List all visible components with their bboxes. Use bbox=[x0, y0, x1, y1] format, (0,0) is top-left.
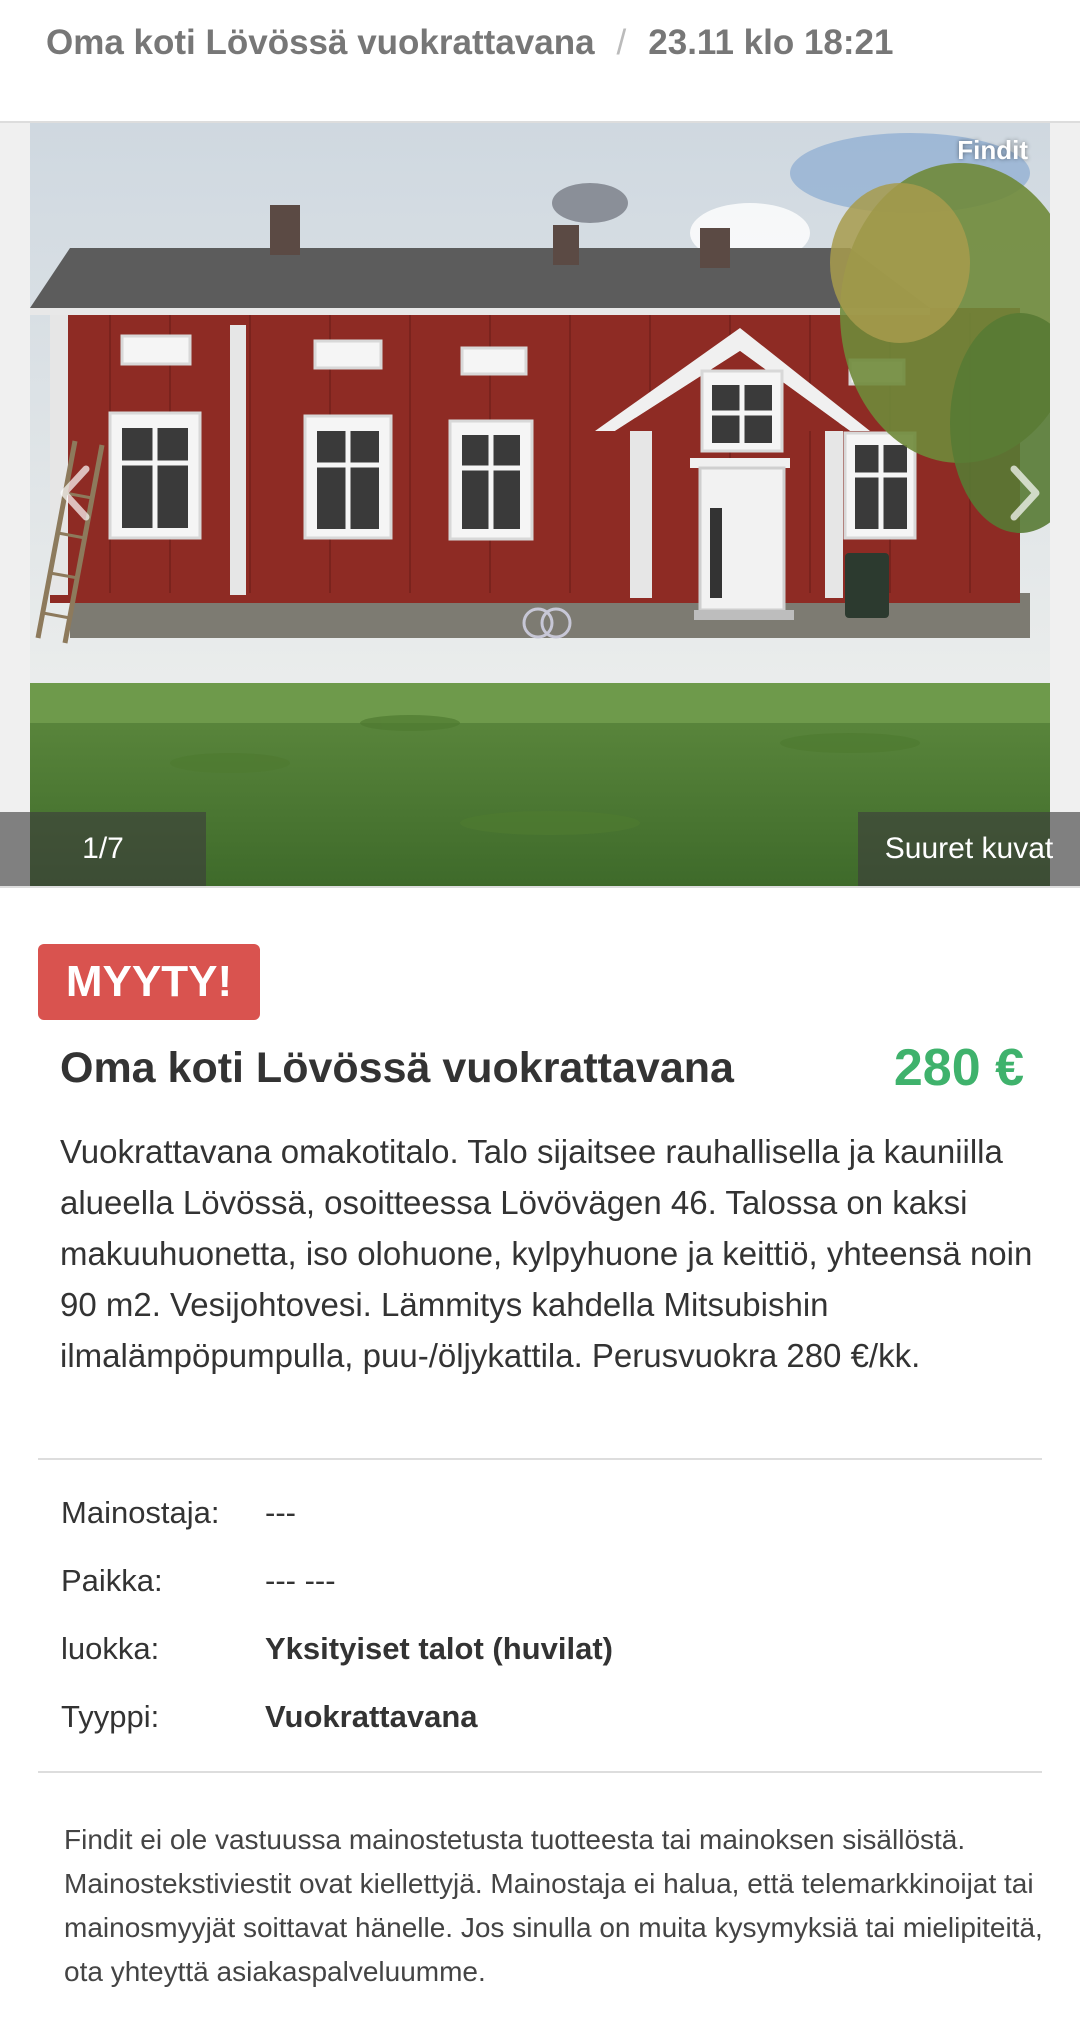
next-image-arrow[interactable] bbox=[998, 453, 1054, 533]
detail-label: Tyyppi: bbox=[61, 1699, 160, 1734]
ad-description: Vuokrattavana omakotitalo. Talo sijaitse… bbox=[60, 1133, 1033, 1374]
ad-title: Oma koti Lövössä vuokrattavana bbox=[60, 1043, 734, 1092]
detail-value: --- --- bbox=[265, 1563, 336, 1598]
breadcrumb-date: 23.11 klo 18:21 bbox=[648, 23, 894, 62]
detail-row-category: luokka: Yksityiset talot (huvilat) bbox=[61, 1615, 1021, 1683]
breadcrumb-title[interactable]: Oma koti Lövössä vuokrattavana bbox=[46, 23, 595, 63]
breadcrumb: Oma koti Lövössä vuokrattavana / 23.11 k… bbox=[46, 20, 893, 66]
detail-row-type: Tyyppi: Vuokrattavana bbox=[61, 1683, 1021, 1751]
image-counter: 1/7 bbox=[0, 812, 206, 886]
chevron-left-icon bbox=[60, 465, 90, 521]
detail-value: --- bbox=[265, 1495, 296, 1530]
ad-header: Oma koti Lövössä vuokrattavana 280 € bbox=[60, 1036, 1024, 1100]
image-gallery[interactable]: Findit 1/7 Suuret kuvat bbox=[0, 121, 1080, 888]
ad-price: 280 € bbox=[893, 1039, 1024, 1097]
findit-watermark: Findit bbox=[957, 135, 1028, 165]
ad-details: Mainostaja: --- Paikka: --- --- luokka: … bbox=[61, 1479, 1021, 1751]
detail-value[interactable]: Yksityiset talot (huvilat) bbox=[265, 1631, 613, 1667]
large-images-button[interactable]: Suuret kuvat bbox=[858, 812, 1080, 886]
divider bbox=[38, 1771, 1042, 1773]
previous-image-arrow[interactable] bbox=[46, 453, 102, 533]
detail-row-location: Paikka: --- --- bbox=[61, 1547, 1021, 1615]
detail-label: Mainostaja: bbox=[61, 1495, 220, 1530]
breadcrumb-separator: / bbox=[616, 23, 627, 62]
detail-label: Paikka: bbox=[61, 1563, 163, 1598]
detail-value: Vuokrattavana bbox=[265, 1699, 478, 1734]
sold-badge: MYYTY! bbox=[38, 944, 260, 1020]
detail-label: luokka: bbox=[61, 1631, 160, 1666]
chevron-right-icon bbox=[1010, 465, 1040, 521]
divider bbox=[38, 1458, 1042, 1460]
disclaimer: Findit ei ole vastuussa mainostetusta tu… bbox=[64, 1824, 1043, 1987]
detail-row-advertiser: Mainostaja: --- bbox=[61, 1479, 1021, 1547]
listing-photo[interactable]: Findit bbox=[30, 123, 1050, 886]
